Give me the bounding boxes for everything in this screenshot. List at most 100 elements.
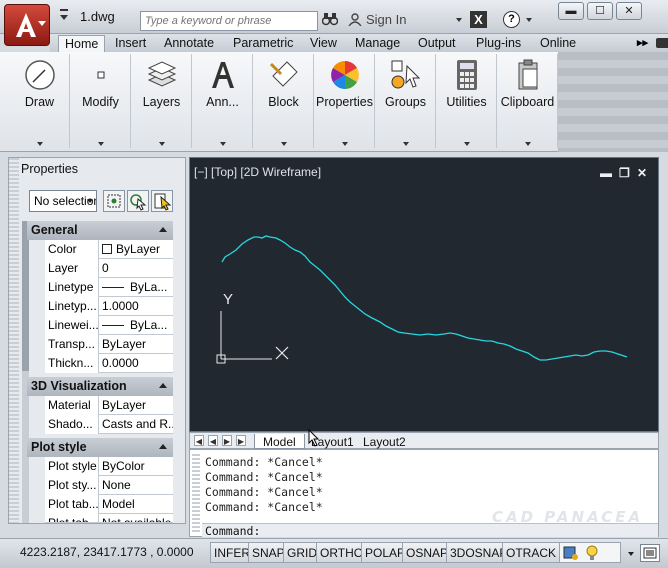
property-row-thickness[interactable]: Thickn... 0.0000: [45, 354, 173, 373]
property-row-linetype[interactable]: Linetype ByLa...: [45, 278, 173, 297]
property-value[interactable]: 0: [100, 259, 173, 278]
tab-layout2[interactable]: Layout2: [355, 434, 414, 449]
property-value[interactable]: Casts and R...: [100, 415, 173, 434]
ribbon-minimize-toggle[interactable]: [656, 38, 668, 48]
first-tab-icon[interactable]: ◀: [194, 435, 204, 446]
command-line-grip-handle[interactable]: [192, 454, 200, 532]
property-row-color[interactable]: Color ByLayer: [45, 240, 173, 259]
panel-draw[interactable]: Draw: [10, 54, 70, 148]
property-row-plot-table-type[interactable]: Plot tab... Not available: [45, 514, 173, 523]
quick-access-dropdown-icon[interactable]: [58, 8, 70, 22]
property-value[interactable]: ByLayer: [100, 240, 173, 259]
panel-annotation[interactable]: Ann...: [193, 54, 253, 148]
panel-clipboard-expand-icon[interactable]: [524, 142, 531, 146]
group-plot-style-header[interactable]: Plot style: [27, 438, 173, 457]
tab-output[interactable]: Output: [412, 35, 462, 53]
status-bar-menu-chevron-icon[interactable]: [628, 552, 634, 556]
property-row-lineweight[interactable]: Linewei... ByLa...: [45, 316, 173, 335]
toggle-pickadd-button[interactable]: [103, 190, 125, 212]
tab-view[interactable]: View: [304, 35, 343, 53]
panel-groups-expand-icon[interactable]: [402, 142, 409, 146]
properties-scrollbar-thumb[interactable]: [22, 221, 29, 371]
sign-in-chevron-icon[interactable]: [456, 18, 462, 22]
property-row-shadow[interactable]: Shado... Casts and R...: [45, 415, 173, 434]
panel-block[interactable]: Block: [254, 54, 314, 148]
next-tab-icon[interactable]: ▶: [222, 435, 232, 446]
clean-screen-button[interactable]: [640, 544, 660, 562]
status-ortho-button[interactable]: ORTHO: [316, 542, 368, 563]
panel-properties[interactable]: Properties: [315, 54, 375, 148]
application-menu-button[interactable]: [4, 4, 50, 46]
search-binoculars-icon[interactable]: [321, 12, 339, 29]
property-value[interactable]: None: [100, 476, 173, 495]
panel-annotation-expand-icon[interactable]: [219, 142, 226, 146]
panel-groups[interactable]: Groups: [376, 54, 436, 148]
property-row-plot-style-table[interactable]: Plot sty... None: [45, 476, 173, 495]
viewport-close-icon[interactable]: ✕: [637, 166, 647, 180]
property-value[interactable]: 0.0000: [100, 354, 173, 373]
panel-properties-expand-icon[interactable]: [341, 142, 348, 146]
property-value[interactable]: ByLa...: [100, 316, 173, 335]
last-tab-icon[interactable]: ▶: [236, 435, 246, 446]
property-row-material[interactable]: Material ByLayer: [45, 396, 173, 415]
search-input[interactable]: [140, 11, 318, 31]
panel-modify[interactable]: Modify: [71, 54, 131, 148]
tab-home[interactable]: Home: [58, 35, 106, 53]
quick-select-button[interactable]: [151, 190, 173, 212]
drawing-canvas[interactable]: Y: [190, 158, 658, 431]
tab-manage[interactable]: Manage: [349, 35, 406, 53]
tab-insert[interactable]: Insert: [109, 35, 152, 53]
group-general-header[interactable]: General: [27, 221, 173, 240]
property-row-plot-style[interactable]: Plot style ByColor: [45, 457, 173, 476]
panel-block-expand-icon[interactable]: [280, 142, 287, 146]
properties-scrollbar[interactable]: [22, 221, 29, 523]
panel-draw-expand-icon[interactable]: [36, 142, 43, 146]
drawing-viewport[interactable]: Y [−] [Top] [2D Wireframe] ▬ ❐ ✕: [189, 157, 659, 432]
help-chevron-icon[interactable]: [526, 18, 532, 22]
property-value[interactable]: ByLa...: [100, 278, 173, 297]
panel-utilities-expand-icon[interactable]: [463, 142, 470, 146]
property-row-plot-table-attached[interactable]: Plot tab... Model: [45, 495, 173, 514]
property-row-transparency[interactable]: Transp... ByLayer: [45, 335, 173, 354]
close-button[interactable]: ✕: [616, 2, 642, 20]
tab-parametric[interactable]: Parametric: [227, 35, 299, 53]
cursor-coordinates[interactable]: 4223.2187, 23417.1773 , 0.0000: [20, 545, 194, 559]
status-osnap-button[interactable]: OSNAP: [402, 542, 453, 563]
property-value[interactable]: ByLayer: [100, 335, 173, 354]
palette-grip-handle[interactable]: [9, 158, 19, 523]
more-tabs-button[interactable]: ▸▸: [637, 36, 648, 49]
property-row-linetype-scale[interactable]: Linetyp... 1.0000: [45, 297, 173, 316]
status-otrack-button[interactable]: OTRACK: [502, 542, 561, 563]
select-objects-button[interactable]: [127, 190, 149, 212]
tab-model[interactable]: Model: [254, 434, 305, 449]
property-value[interactable]: ByLayer: [100, 396, 173, 415]
panel-layers[interactable]: Layers: [132, 54, 192, 148]
property-value[interactable]: ByColor: [100, 457, 173, 476]
minimize-button[interactable]: ▬: [558, 2, 584, 20]
lightbulb-icon[interactable]: [586, 545, 598, 560]
property-value[interactable]: Not available: [100, 514, 173, 522]
property-value[interactable]: 1.0000: [100, 297, 173, 316]
command-input[interactable]: Command: CAD PANACEA: [202, 508, 658, 538]
tab-online[interactable]: Online: [534, 35, 582, 53]
exchange-x-button[interactable]: X: [470, 11, 487, 28]
panel-layers-expand-icon[interactable]: [158, 142, 165, 146]
terrain-polyline[interactable]: [221, 235, 628, 361]
tab-annotate[interactable]: Annotate: [158, 35, 220, 53]
group-3d-visualization-header[interactable]: 3D Visualization: [27, 377, 173, 396]
previous-tab-icon[interactable]: ◀: [208, 435, 218, 446]
selection-dropdown[interactable]: No selection: [29, 190, 97, 212]
panel-modify-expand-icon[interactable]: [97, 142, 104, 146]
panel-utilities[interactable]: Utilities: [437, 54, 497, 148]
viewport-controls-label[interactable]: [−] [Top] [2D Wireframe]: [194, 165, 321, 179]
viewport-restore-icon[interactable]: ❐: [619, 166, 630, 180]
property-value[interactable]: Model: [100, 495, 173, 514]
workspace-switching-icon[interactable]: [563, 546, 578, 560]
tab-plug-ins[interactable]: Plug-ins: [470, 35, 527, 53]
sign-in-button[interactable]: Sign In: [348, 12, 406, 27]
help-button[interactable]: ?: [503, 11, 520, 28]
maximize-button[interactable]: ☐: [587, 2, 613, 20]
panel-clipboard[interactable]: Clipboard: [498, 54, 558, 148]
property-row-layer[interactable]: Layer 0: [45, 259, 173, 278]
viewport-minimize-icon[interactable]: ▬: [600, 166, 612, 180]
